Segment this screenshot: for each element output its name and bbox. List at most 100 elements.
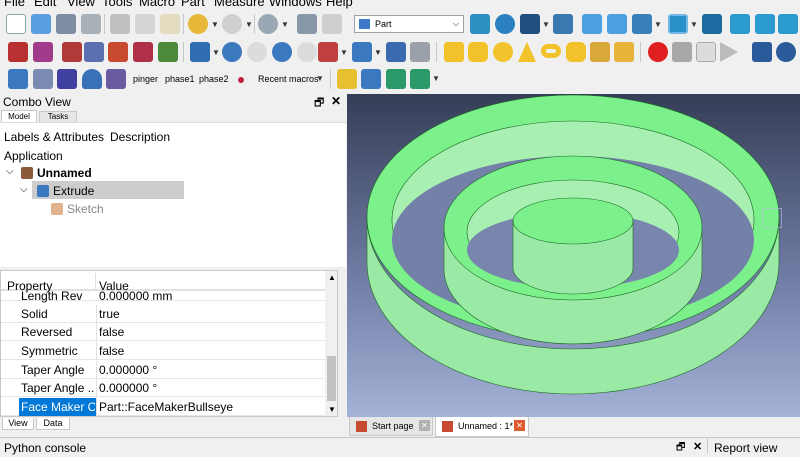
- check-geometry-icon[interactable]: [386, 42, 406, 62]
- save-icon[interactable]: [56, 14, 76, 34]
- draw-style-dropdown-icon[interactable]: ▼: [542, 20, 550, 29]
- paste-icon[interactable]: [160, 14, 180, 34]
- draw-style-icon[interactable]: [520, 14, 540, 34]
- part-tool-2-icon[interactable]: [33, 42, 53, 62]
- close-icon[interactable]: ✕: [514, 420, 525, 431]
- property-row-symmetric[interactable]: Symmetric false: [1, 342, 325, 360]
- scroll-down-icon[interactable]: ▼: [328, 405, 336, 414]
- property-value[interactable]: false: [99, 325, 324, 339]
- refresh-dropdown-icon[interactable]: ▼: [281, 20, 289, 29]
- boolean-cut-icon[interactable]: [272, 42, 292, 62]
- part-tool-3-icon[interactable]: [62, 42, 82, 62]
- cone-icon[interactable]: [518, 42, 536, 62]
- whats-this-icon[interactable]: [322, 14, 342, 34]
- float-panel-icon[interactable]: 🗗: [314, 94, 324, 113]
- part-tool-6-icon[interactable]: [133, 42, 153, 62]
- right-view-icon[interactable]: [778, 14, 798, 34]
- part-tool-1-icon[interactable]: [8, 42, 28, 62]
- part-tool-4-icon[interactable]: [84, 42, 104, 62]
- tab-model[interactable]: Model: [1, 110, 37, 122]
- workbench-selector[interactable]: Part ⌵: [354, 15, 464, 33]
- tools-icon[interactable]: [33, 69, 53, 89]
- back-arrow-icon[interactable]: [582, 14, 602, 34]
- tab-data[interactable]: Data: [36, 418, 70, 430]
- menu-view[interactable]: View: [67, 0, 95, 9]
- refresh-icon[interactable]: [258, 14, 278, 34]
- grid-icon[interactable]: [106, 69, 126, 89]
- print-icon[interactable]: [81, 14, 101, 34]
- boolean-union-icon[interactable]: [222, 42, 242, 62]
- zoom-icon[interactable]: [668, 14, 688, 34]
- undo-dropdown-icon[interactable]: ▼: [211, 20, 219, 29]
- menu-macro[interactable]: Macro: [139, 0, 175, 9]
- primitives-dropdown-icon[interactable]: ▼: [212, 48, 220, 57]
- property-value[interactable]: 0.000000 mm: [99, 289, 324, 303]
- property-value[interactable]: Part::FaceMakerBullseye: [99, 400, 324, 414]
- record-dot-icon[interactable]: [238, 77, 244, 83]
- open-file-icon[interactable]: [361, 69, 381, 89]
- tab-start-page[interactable]: Start page ✕: [349, 417, 433, 436]
- primitives-icon[interactable]: [190, 42, 210, 62]
- undo-icon[interactable]: [188, 14, 208, 34]
- record-macro-icon[interactable]: [648, 42, 668, 62]
- property-value[interactable]: 0.000000 °: [99, 381, 324, 395]
- property-value[interactable]: 0.000000 °: [99, 363, 324, 377]
- measure-icon[interactable]: [410, 42, 430, 62]
- play-macro-icon[interactable]: [720, 42, 738, 62]
- menu-help[interactable]: Help: [326, 0, 353, 9]
- user-icon[interactable]: [82, 69, 102, 89]
- float-panel-icon[interactable]: 🗗: [676, 440, 685, 457]
- menu-windows[interactable]: Windows: [269, 0, 322, 9]
- property-row-reversed[interactable]: Reversed false: [1, 323, 325, 341]
- primitives-dialog-icon[interactable]: [590, 42, 610, 62]
- recent-macros-button[interactable]: Recent macros: [258, 73, 319, 85]
- macro-pinger-button[interactable]: pinger: [133, 73, 158, 85]
- zoom-dropdown-icon[interactable]: ▼: [690, 20, 698, 29]
- workbench-view-icon[interactable]: [632, 14, 652, 34]
- forward-arrow-icon[interactable]: [607, 14, 627, 34]
- open-folder-icon[interactable]: [31, 14, 51, 34]
- fit-all-icon[interactable]: [470, 14, 490, 34]
- property-row-taper-angle[interactable]: Taper Angle 0.000000 °: [1, 361, 325, 379]
- tree-header-labels[interactable]: Labels & Attributes: [4, 130, 104, 144]
- split-dropdown-icon[interactable]: ▼: [340, 48, 348, 57]
- menu-measure[interactable]: Measure: [214, 0, 265, 9]
- boolean-fragments-icon[interactable]: [297, 42, 317, 62]
- edit-macro-icon[interactable]: [696, 42, 716, 62]
- part-tool-7-icon[interactable]: [158, 42, 178, 62]
- property-row-solid[interactable]: Solid true: [1, 305, 325, 323]
- top-view-icon[interactable]: [755, 14, 775, 34]
- menu-file[interactable]: File: [4, 0, 25, 9]
- export-icon[interactable]: [386, 69, 406, 89]
- recompute-icon[interactable]: [297, 14, 317, 34]
- compound-icon[interactable]: [352, 42, 372, 62]
- fit-selection-icon[interactable]: [495, 14, 515, 34]
- navigation-cube-icon[interactable]: [762, 208, 782, 228]
- copy-icon[interactable]: [135, 14, 155, 34]
- split-icon[interactable]: [318, 42, 338, 62]
- menu-tools[interactable]: Tools: [102, 0, 132, 9]
- new-document-icon[interactable]: [6, 14, 26, 34]
- close-icon[interactable]: ✕: [419, 420, 430, 431]
- view-dropdown-icon[interactable]: ▼: [654, 20, 662, 29]
- cut-icon[interactable]: [110, 14, 130, 34]
- front-view-icon[interactable]: [730, 14, 750, 34]
- addon-manager-icon[interactable]: [752, 42, 772, 62]
- tree-feature-extrude[interactable]: Extrude: [53, 184, 94, 198]
- tree-header-description[interactable]: Description: [110, 130, 170, 144]
- isometric-view-icon[interactable]: [702, 14, 722, 34]
- property-value[interactable]: true: [99, 307, 324, 321]
- extruded-rings-model[interactable]: [347, 94, 800, 417]
- macro-phase2-button[interactable]: phase2: [199, 73, 229, 85]
- chevron-down-icon[interactable]: ⌵: [20, 184, 28, 195]
- stop-macro-icon[interactable]: [672, 42, 692, 62]
- part-tool-5-icon[interactable]: [108, 42, 128, 62]
- tree-child-sketch[interactable]: Sketch: [67, 202, 104, 216]
- property-row-taper-angle-rev[interactable]: Taper Angle ... 0.000000 °: [1, 379, 325, 397]
- vm-icon[interactable]: [57, 69, 77, 89]
- tree-document[interactable]: Unnamed: [37, 166, 92, 180]
- tab-tasks[interactable]: Tasks: [39, 111, 77, 122]
- menu-part[interactable]: Part: [181, 0, 205, 9]
- redo-dropdown-icon[interactable]: ▼: [245, 20, 253, 29]
- python-icon[interactable]: [8, 69, 28, 89]
